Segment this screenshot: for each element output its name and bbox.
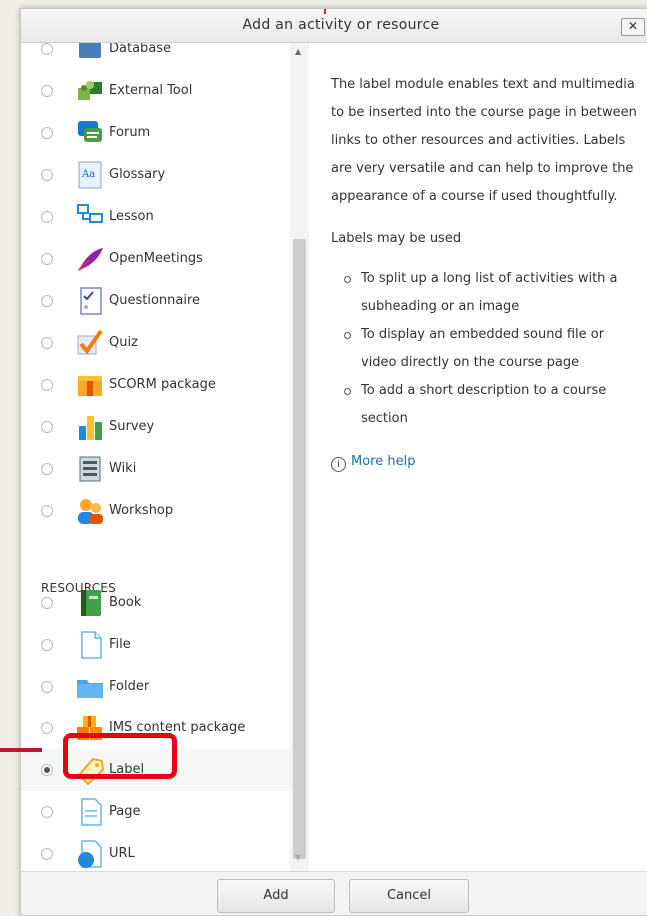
glossary-icon: Aa xyxy=(75,160,105,190)
database-icon xyxy=(75,43,105,64)
scrollbar-thumb[interactable] xyxy=(293,239,306,859)
help-intro-text: The label module enables text and multim… xyxy=(331,77,637,204)
module-option-lesson[interactable]: Lesson xyxy=(21,196,290,238)
info-icon: i xyxy=(331,457,346,472)
module-radio[interactable] xyxy=(41,597,53,609)
help-bullet: To split up a long list of activities wi… xyxy=(331,265,641,321)
module-label: OpenMeetings xyxy=(109,251,203,266)
more-help-link[interactable]: i More help xyxy=(331,448,415,476)
questionnaire-icon xyxy=(75,286,105,316)
module-radio[interactable] xyxy=(41,722,53,734)
module-radio[interactable] xyxy=(41,639,53,651)
wiki-icon xyxy=(75,454,105,484)
selection-highlight-box xyxy=(63,733,177,779)
scorm-box-icon xyxy=(75,370,105,400)
module-label: Folder xyxy=(109,679,150,694)
scroll-up-arrow-icon[interactable]: ▲ xyxy=(295,47,301,56)
module-option-glossary[interactable]: Aa Glossary xyxy=(21,154,290,196)
module-option-file[interactable]: File xyxy=(21,624,290,666)
module-radio[interactable] xyxy=(41,764,53,776)
module-option-forum[interactable]: Forum xyxy=(21,112,290,154)
callout-arrow-tip xyxy=(324,9,326,14)
module-label: Database xyxy=(109,43,172,56)
module-radio[interactable] xyxy=(41,127,53,139)
add-button[interactable]: Add xyxy=(217,879,335,913)
more-help-label: More help xyxy=(351,454,416,469)
globe-icon xyxy=(75,839,105,869)
cancel-button[interactable]: Cancel xyxy=(349,879,469,913)
module-label: Quiz xyxy=(109,335,138,350)
module-radio[interactable] xyxy=(41,681,53,693)
module-label: Glossary xyxy=(109,167,166,182)
help-bullet: To add a short description to a course s… xyxy=(331,377,641,433)
module-list[interactable]: RESOURCES Database External Tool Forum Aa Gl… xyxy=(21,43,309,871)
module-label: Wiki xyxy=(109,461,137,476)
module-label: File xyxy=(109,637,131,652)
people-icon xyxy=(75,496,105,526)
help-subheading: Labels may be used xyxy=(331,231,462,246)
folder-icon xyxy=(75,672,105,702)
activity-chooser-dialog: Add an activity or resource ✕ RESOURCES … xyxy=(20,8,647,916)
file-icon xyxy=(75,630,105,660)
scroll-down-arrow-icon[interactable]: ▼ xyxy=(295,853,301,862)
module-option-folder[interactable]: Folder xyxy=(21,666,290,708)
module-option-url[interactable]: URL xyxy=(21,833,290,871)
annotation-pointer-line xyxy=(0,748,42,752)
module-label: External Tool xyxy=(109,83,193,98)
module-label: Page xyxy=(109,804,141,819)
module-label: Forum xyxy=(109,125,151,140)
module-radio[interactable] xyxy=(41,379,53,391)
module-option-external-tool[interactable]: External Tool xyxy=(21,70,290,112)
module-radio[interactable] xyxy=(41,421,53,433)
checkmark-icon xyxy=(75,328,105,358)
module-option-survey[interactable]: Survey xyxy=(21,406,290,448)
page-icon xyxy=(75,797,105,827)
module-radio[interactable] xyxy=(41,85,53,97)
help-bullet-list: To split up a long list of activities wi… xyxy=(331,265,647,433)
module-option-openmeetings[interactable]: OpenMeetings xyxy=(21,238,290,280)
module-label: Survey xyxy=(109,419,155,434)
module-label: Book xyxy=(109,595,142,610)
module-option-wiki[interactable]: Wiki xyxy=(21,448,290,490)
forum-icon xyxy=(75,118,105,148)
module-label: Questionnaire xyxy=(109,293,201,308)
module-radio[interactable] xyxy=(41,43,53,55)
module-option-questionnaire[interactable]: Questionnaire xyxy=(21,280,290,322)
module-option-workshop[interactable]: Workshop xyxy=(21,490,290,532)
module-label: SCORM package xyxy=(109,377,216,392)
module-option-scorm-package[interactable]: SCORM package xyxy=(21,364,290,406)
module-label: Workshop xyxy=(109,503,174,518)
module-option-database[interactable]: Database xyxy=(21,43,290,70)
module-list-scrollbar[interactable]: ▲ ▼ xyxy=(290,43,309,871)
lesson-icon xyxy=(75,202,105,232)
puzzle-icon xyxy=(75,76,105,106)
module-radio[interactable] xyxy=(41,848,53,860)
help-bullet: To display an embedded sound file or vid… xyxy=(331,321,641,377)
book-icon xyxy=(75,588,105,618)
module-radio[interactable] xyxy=(41,337,53,349)
module-option-book[interactable]: Book xyxy=(21,582,290,624)
module-label: Lesson xyxy=(109,209,154,224)
module-radio[interactable] xyxy=(41,169,53,181)
module-radio[interactable] xyxy=(41,505,53,517)
module-radio[interactable] xyxy=(41,211,53,223)
svg-text:Aa: Aa xyxy=(81,169,95,180)
module-radio[interactable] xyxy=(41,463,53,475)
bar-chart-icon xyxy=(75,412,105,442)
module-option-quiz[interactable]: Quiz xyxy=(21,322,290,364)
module-label: URL xyxy=(109,846,135,861)
dialog-footer: Add Cancel xyxy=(21,871,647,915)
close-button[interactable]: ✕ xyxy=(621,18,645,36)
help-pane: The label module enables text and multim… xyxy=(331,43,647,871)
module-radio[interactable] xyxy=(41,253,53,265)
dialog-title: Add an activity or resource xyxy=(242,17,440,33)
module-radio[interactable] xyxy=(41,295,53,307)
module-option-page[interactable]: Page xyxy=(21,791,290,833)
module-radio[interactable] xyxy=(41,806,53,818)
feather-icon xyxy=(75,244,105,274)
dialog-titlebar: Add an activity or resource ✕ xyxy=(21,9,647,43)
